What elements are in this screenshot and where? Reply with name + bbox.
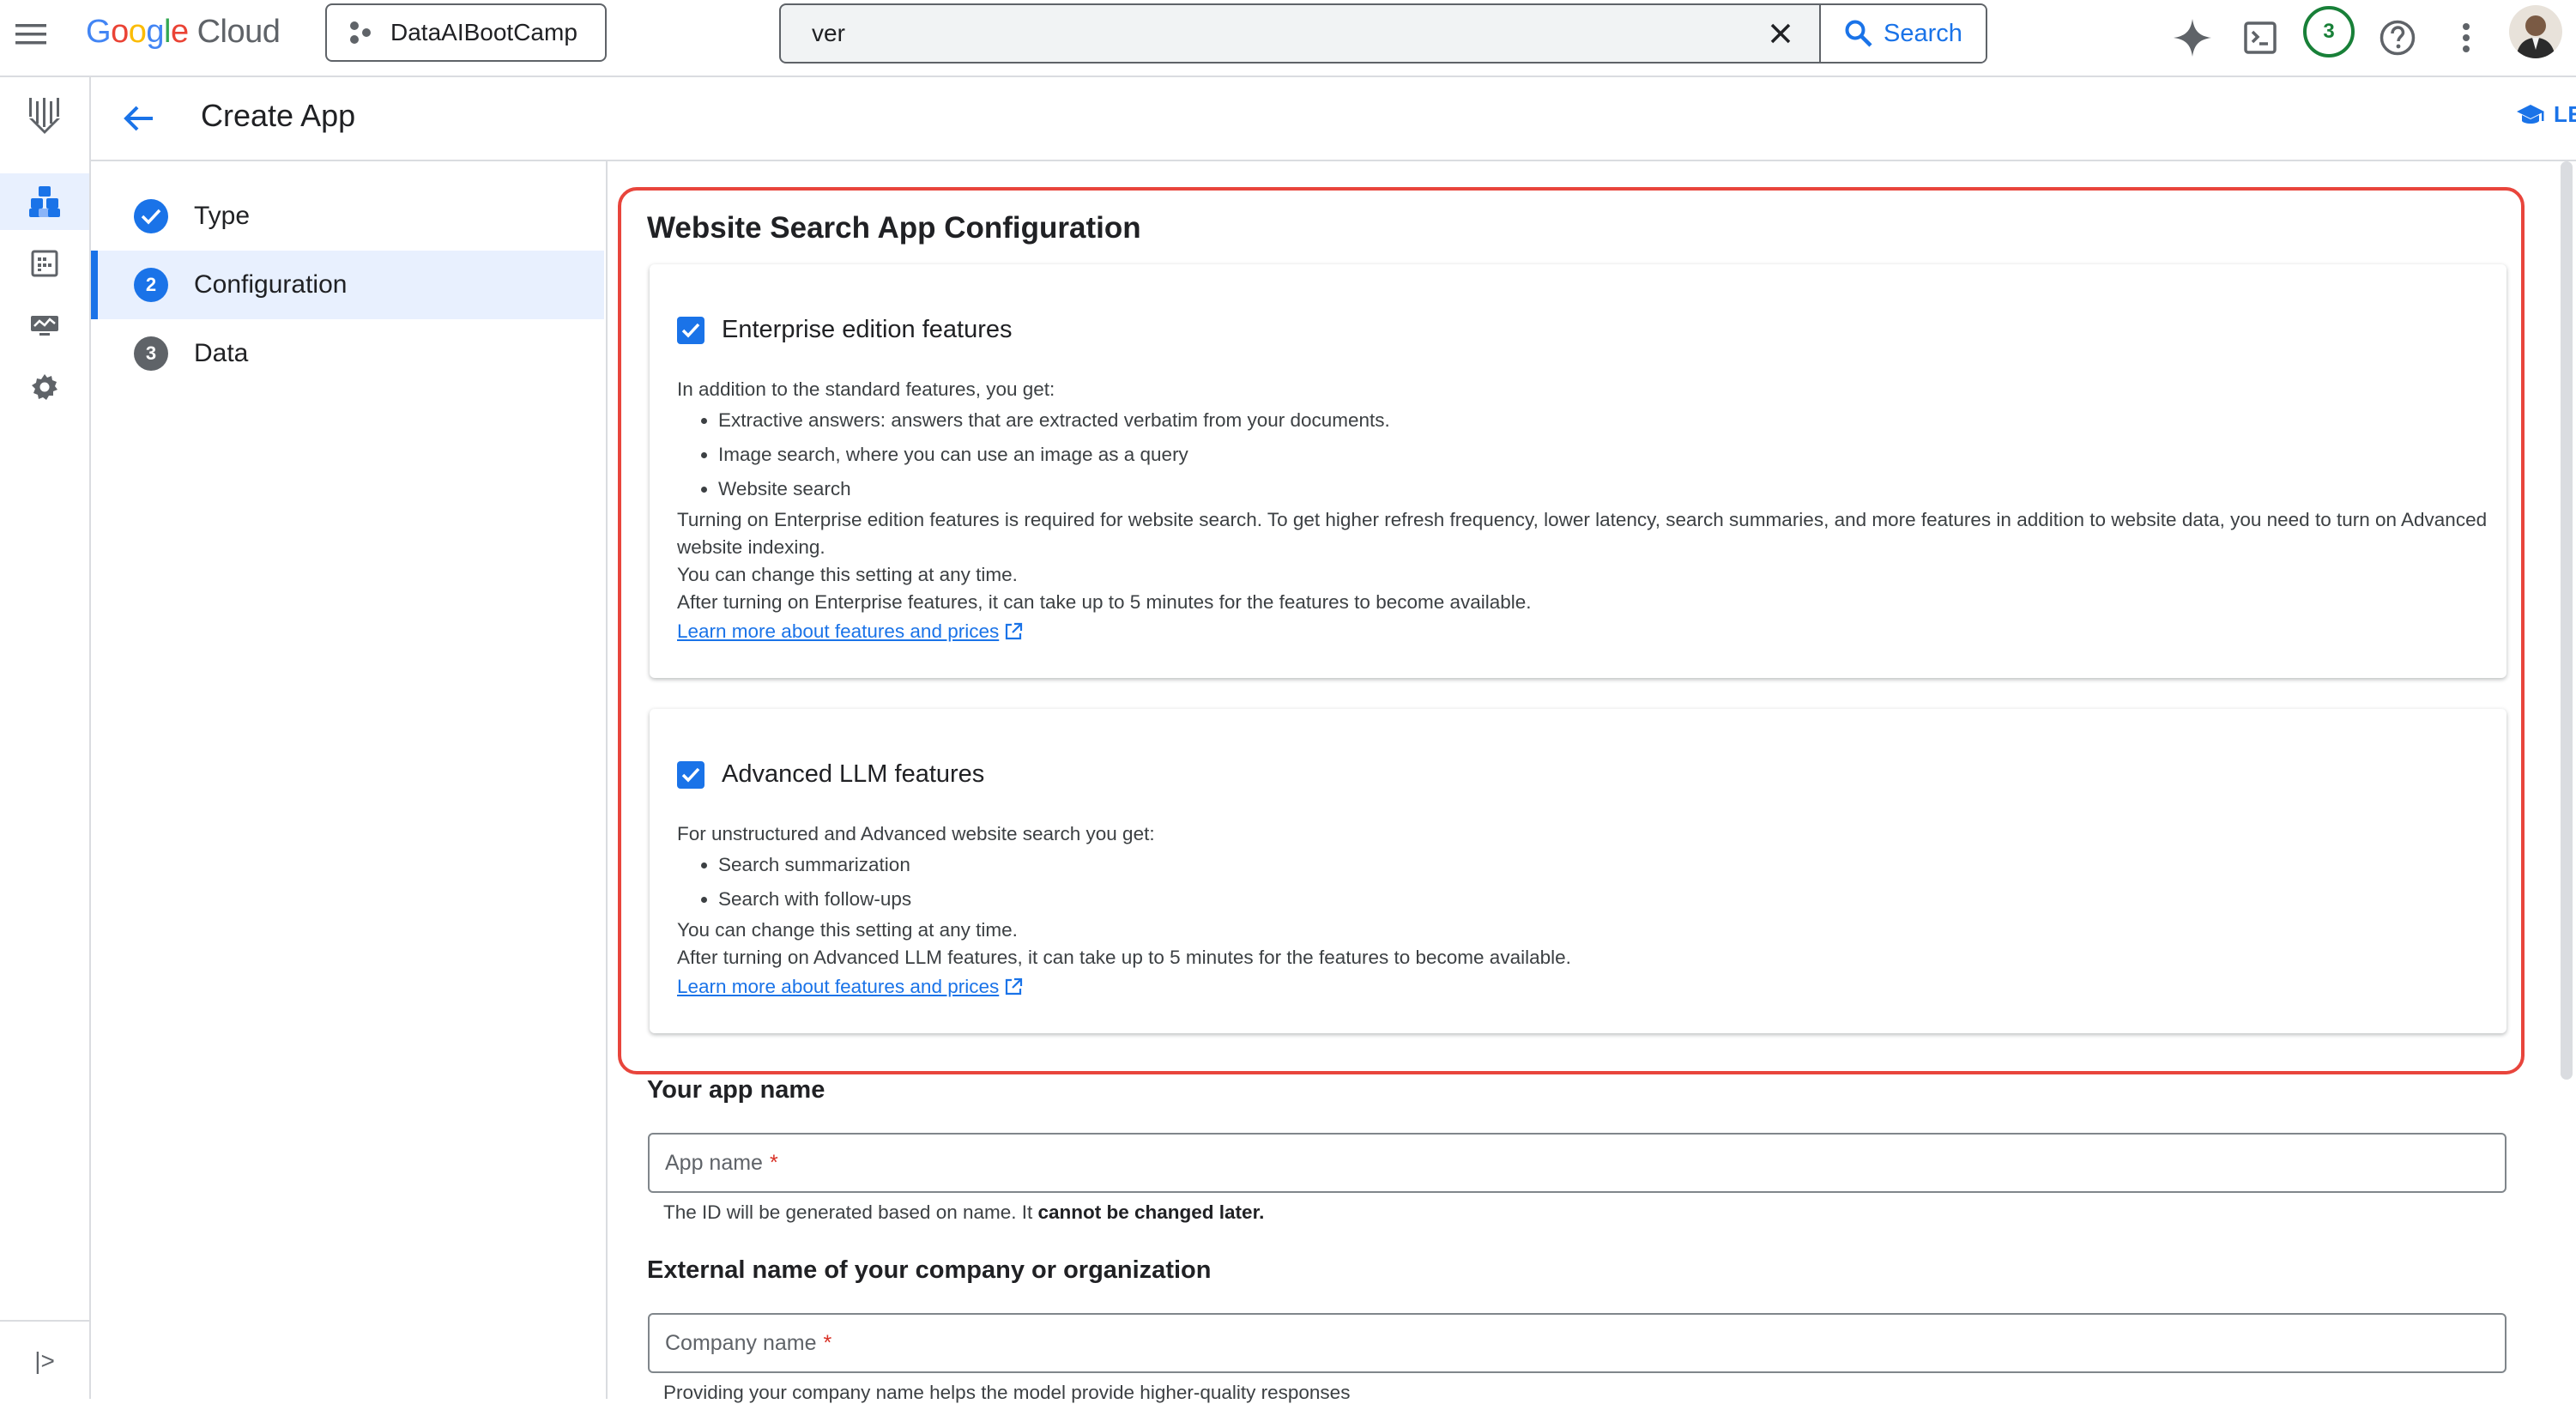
enterprise-para-3: After turning on Enterprise features, it… [677,591,1532,613]
page-title: Create App [201,98,356,133]
step-type[interactable]: Type [91,182,604,251]
project-hierarchy-icon [348,20,373,45]
config-section-title: Website Search App Configuration [647,211,1141,245]
app-name-placeholder: App name [665,1150,763,1175]
enterprise-features-label: Enterprise edition features [722,316,1013,343]
learn-button[interactable]: LEARN [2516,101,2576,128]
hamburger-menu-icon[interactable] [12,15,50,53]
project-name: DataAIBootCamp [390,19,577,45]
monitoring-icon[interactable] [0,297,89,354]
enterprise-para-2: You can change this setting at any time. [677,564,1018,585]
enterprise-learn-more-link[interactable]: Learn more about features and prices [677,618,1023,645]
open-in-new-icon [1006,977,1023,996]
more-vert-icon[interactable] [2442,14,2490,62]
llm-learn-more-link[interactable]: Learn more about features and prices [677,973,1023,1001]
llm-features-label: Advanced LLM features [722,760,985,788]
company-name-hint: Providing your company name helps the mo… [663,1382,1351,1403]
enterprise-checkbox[interactable] [677,316,704,344]
step-label: Configuration [194,270,348,299]
back-arrow-icon[interactable] [118,98,160,139]
company-name-field[interactable]: Company name * [648,1313,2506,1373]
advanced-llm-features-card: Advanced LLM features For unstructured a… [650,709,2506,1033]
open-in-new-icon [1006,622,1023,640]
settings-icon[interactable] [0,359,89,415]
llm-intro: For unstructured and Advanced website se… [677,823,1155,844]
llm-checkbox[interactable] [677,760,704,789]
cloud-shell-icon[interactable] [2236,14,2284,62]
hint-text: The ID will be generated based on name. … [663,1201,1038,1223]
learn-label: LEARN [2554,101,2576,127]
enterprise-intro: In addition to the standard features, yo… [677,378,1055,400]
vertical-scrollbar[interactable] [2561,161,2573,1080]
app-name-section-label: Your app name [647,1076,825,1104]
user-avatar[interactable] [2509,5,2562,58]
enterprise-feature-list: Extractive answers: answers that are ext… [677,403,2488,506]
list-item: Search with follow-ups [718,882,2488,917]
logo-letter-l: l [163,14,171,50]
logo-letter-g2: g [146,14,164,50]
hint-bold-text: cannot be changed later. [1037,1201,1265,1223]
search-button-label: Search [1884,19,1962,47]
search-icon [1845,20,1872,47]
list-item: Search summarization [718,848,2488,882]
logo-cloud-text: Cloud [197,14,281,50]
page-header: Create App LEARN [91,77,2576,161]
link-text: Learn more about features and prices [677,976,1000,997]
top-bar: GoogleCloud DataAIBootCamp Search 3 [0,0,2576,77]
enterprise-description: In addition to the standard features, yo… [677,376,2488,645]
logo-letter-o2: o [128,14,147,50]
enterprise-checkbox-row[interactable]: Enterprise edition features [677,316,1013,344]
school-cap-icon [2517,104,2544,124]
search-bar: Search [779,3,1987,64]
project-picker-button[interactable]: DataAIBootCamp [325,3,607,62]
llm-para-2: After turning on Advanced LLM features, … [677,947,1571,968]
logo-letter-o1: o [111,14,129,50]
left-nav-rail: |> [0,77,91,1399]
clear-search-icon[interactable] [1742,5,1819,62]
google-cloud-logo[interactable]: Google Cloud [86,14,281,51]
search-button[interactable]: Search [1819,5,1986,62]
notifications-badge[interactable]: 3 [2303,6,2355,57]
enterprise-features-card: Enterprise edition features In addition … [650,264,2506,678]
app-name-field[interactable]: App name * [648,1133,2506,1193]
required-marker: * [823,1330,832,1355]
expand-nav-button[interactable]: |> [0,1320,89,1401]
agent-builder-logo-icon[interactable] [0,89,89,146]
llm-description: For unstructured and Advanced website se… [677,820,2488,1001]
llm-para-1: You can change this setting at any time. [677,919,1018,941]
app-name-hint: The ID will be generated based on name. … [663,1201,1264,1224]
step-number: 3 [134,336,168,371]
logo-letter-g: G [86,14,112,50]
company-name-placeholder: Company name [665,1330,817,1355]
company-section-label: External name of your company or organiz… [647,1256,1212,1284]
logo-google-text: Google [86,14,189,50]
list-item: Extractive answers: answers that are ext… [718,403,2488,438]
check-circle-icon [134,199,168,233]
step-label: Data [194,339,249,367]
step-number: 2 [134,268,168,302]
step-label: Type [194,202,251,230]
gemini-sparkle-icon[interactable] [2168,14,2216,62]
step-configuration[interactable]: 2 Configuration [91,251,604,319]
list-item: Image search, where you can use an image… [718,438,2488,472]
logo-letter-e: e [170,14,189,50]
apps-icon[interactable] [0,173,89,230]
step-data[interactable]: 3 Data [91,319,604,388]
search-input[interactable] [781,5,1742,62]
data-stores-icon[interactable] [0,235,89,292]
help-icon[interactable] [2373,14,2422,62]
required-marker: * [769,1150,778,1175]
enterprise-para-1: Turning on Enterprise edition features i… [677,509,2488,558]
link-text: Learn more about features and prices [677,620,1000,642]
llm-feature-list: Search summarization Search with follow-… [677,848,2488,917]
llm-checkbox-row[interactable]: Advanced LLM features [677,760,984,789]
list-item: Website search [718,472,2488,506]
create-app-stepper: Type 2 Configuration 3 Data [91,161,608,1399]
